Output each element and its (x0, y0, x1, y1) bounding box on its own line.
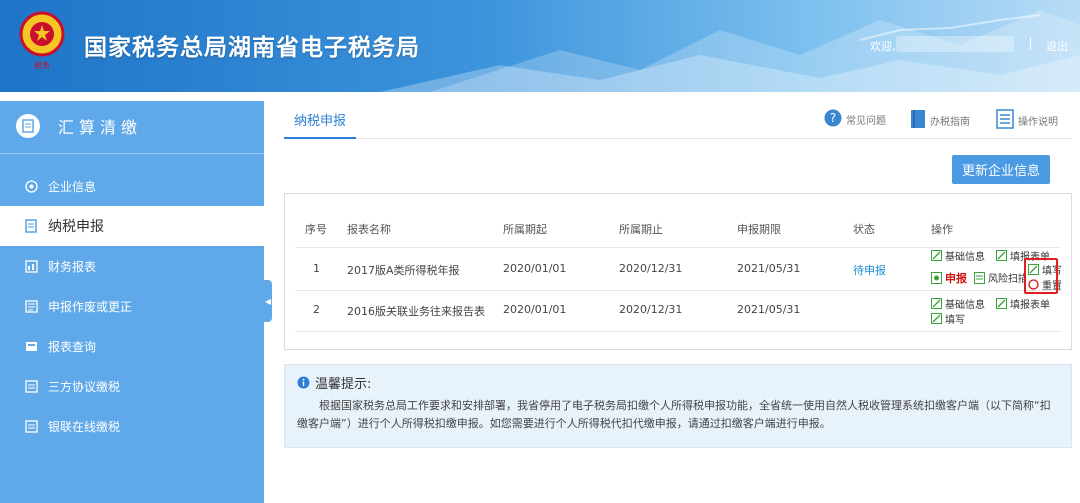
sidebar-collapse-handle[interactable]: ◀ (264, 280, 272, 322)
unionpay-icon (24, 419, 38, 433)
logout-link[interactable]: 退出 (1046, 38, 1068, 54)
highlight-annotation-box (1024, 258, 1058, 294)
update-company-info-button[interactable]: 更新企业信息 (952, 155, 1050, 184)
col-header-start: 所属期起 (503, 223, 547, 236)
correction-icon (24, 299, 38, 313)
fill-label: 填写 (945, 315, 965, 326)
notice-panel: 温馨提示: 根据国家税务总局工作要求和安排部署，我省停用了电子税务局扣缴个人所得… (284, 364, 1072, 448)
edit-icon (931, 250, 942, 261)
tax-filing-icon (24, 219, 38, 233)
risk-scan-label: 风险扫描 (988, 274, 1024, 285)
list-document-icon (996, 109, 1014, 132)
col-header-end: 所属期止 (619, 223, 663, 236)
row-1-basic-info-link[interactable]: 基础信息 (931, 248, 985, 263)
row-1-risk-scan-link[interactable]: 风险扫描 (974, 270, 1024, 285)
notice-text: 根据国家税务总局工作要求和安排部署，我省停用了电子税务局扣缴个人所得税申报功能，… (297, 399, 1051, 430)
row-1-start: 2020/01/01 (503, 262, 567, 275)
question-circle-icon: ? (824, 109, 842, 130)
sidebar-item-unionpay[interactable]: 银联在线缴税 (0, 406, 264, 446)
report-query-icon (24, 339, 38, 353)
site-title: 国家税务总局湖南省电子税务局 (84, 35, 420, 61)
sidebar-item-label: 三方协议缴税 (48, 379, 121, 394)
sidebar-item-label: 报表查询 (48, 339, 97, 354)
col-header-deadline: 申报期限 (737, 223, 781, 236)
book-icon (910, 109, 926, 132)
edit-icon (996, 298, 1007, 309)
site-header: 税务 国家税务总局湖南省电子税务局 欢迎, 退出 (0, 0, 1080, 92)
notice-title-text: 温馨提示: (315, 377, 372, 392)
agreement-icon (24, 379, 38, 393)
col-header-name: 报表名称 (347, 223, 391, 236)
notice-title: 温馨提示: (297, 373, 371, 392)
row-1-status: 待申报 (853, 264, 886, 277)
sidebar-title: 汇算清缴 (58, 118, 143, 137)
col-header-actions: 操作 (931, 223, 953, 236)
sidebar-item-company-info[interactable]: 企业信息 (0, 166, 264, 206)
sidebar-item-label: 财务报表 (48, 259, 97, 274)
edit-icon (996, 250, 1007, 261)
row-2-end: 2020/12/31 (619, 303, 683, 316)
guide-label: 办税指南 (930, 117, 970, 128)
basic-info-label: 基础信息 (945, 300, 985, 311)
header-separator (1030, 37, 1031, 50)
svg-text:税务: 税务 (34, 60, 50, 70)
manual-label: 操作说明 (1018, 117, 1058, 128)
tab-tax-filing[interactable]: 纳税申报 (284, 101, 356, 139)
document-icon (16, 114, 40, 138)
tab-bar: 纳税申报 ? 常见问题 办税指南 操作说明 (284, 101, 1072, 139)
sidebar-item-label: 企业信息 (48, 179, 97, 194)
sidebar-item-report-query[interactable]: 报表查询 (0, 326, 264, 366)
row-2-index: 2 (313, 303, 320, 316)
edit-icon (931, 298, 942, 309)
financial-report-icon (24, 259, 38, 273)
declare-icon (931, 272, 942, 284)
row-divider (295, 290, 1061, 291)
sidebar-item-label: 申报作废或更正 (48, 299, 133, 314)
declare-label: 申报 (945, 272, 967, 285)
row-1-index: 1 (313, 262, 320, 275)
row-1-end: 2020/12/31 (619, 262, 683, 275)
svg-text:?: ? (830, 111, 836, 125)
sidebar-item-correction[interactable]: 申报作废或更正 (0, 286, 264, 326)
welcome-text: 欢迎, (870, 40, 896, 53)
sidebar-divider (0, 153, 264, 154)
username-redacted (896, 36, 1014, 52)
scan-icon (974, 271, 985, 284)
manual-link[interactable]: 操作说明 (996, 109, 1058, 132)
company-info-icon (24, 179, 38, 193)
sidebar-item-label: 纳税申报 (48, 219, 104, 235)
tax-emblem-icon: 税务 (19, 11, 65, 70)
faq-link[interactable]: ? 常见问题 (824, 109, 886, 130)
row-2-deadline: 2021/05/31 (737, 303, 801, 316)
row-2-start: 2020/01/01 (503, 303, 567, 316)
row-1-deadline: 2021/05/31 (737, 262, 801, 275)
row-divider (295, 331, 1061, 332)
col-header-index: 序号 (305, 223, 327, 236)
sidebar-item-tax-filing[interactable]: 纳税申报 (0, 206, 264, 246)
row-1-declare-link[interactable]: 申报 (931, 270, 967, 286)
basic-info-label: 基础信息 (945, 252, 985, 263)
row-2-fill-form-link[interactable]: 填报表单 (996, 296, 1050, 311)
edit-icon (931, 313, 942, 324)
sidebar-item-agreement[interactable]: 三方协议缴税 (0, 366, 264, 406)
fill-form-label: 填报表单 (1010, 300, 1050, 311)
info-icon (297, 376, 310, 389)
sidebar-item-label: 银联在线缴税 (48, 419, 121, 434)
guide-link[interactable]: 办税指南 (910, 109, 970, 132)
row-2-basic-info-link[interactable]: 基础信息 (931, 296, 985, 311)
sidebar-item-financial-report[interactable]: 财务报表 (0, 246, 264, 286)
col-header-status: 状态 (853, 223, 875, 236)
row-1-name: 2017版A类所得税年报 (347, 264, 460, 277)
sidebar-header: 汇算清缴 (0, 101, 264, 151)
row-2-name: 2016版关联业务往来报告表 (347, 305, 485, 318)
faq-label: 常见问题 (846, 116, 886, 127)
row-2-fill-link[interactable]: 填写 (931, 311, 965, 326)
